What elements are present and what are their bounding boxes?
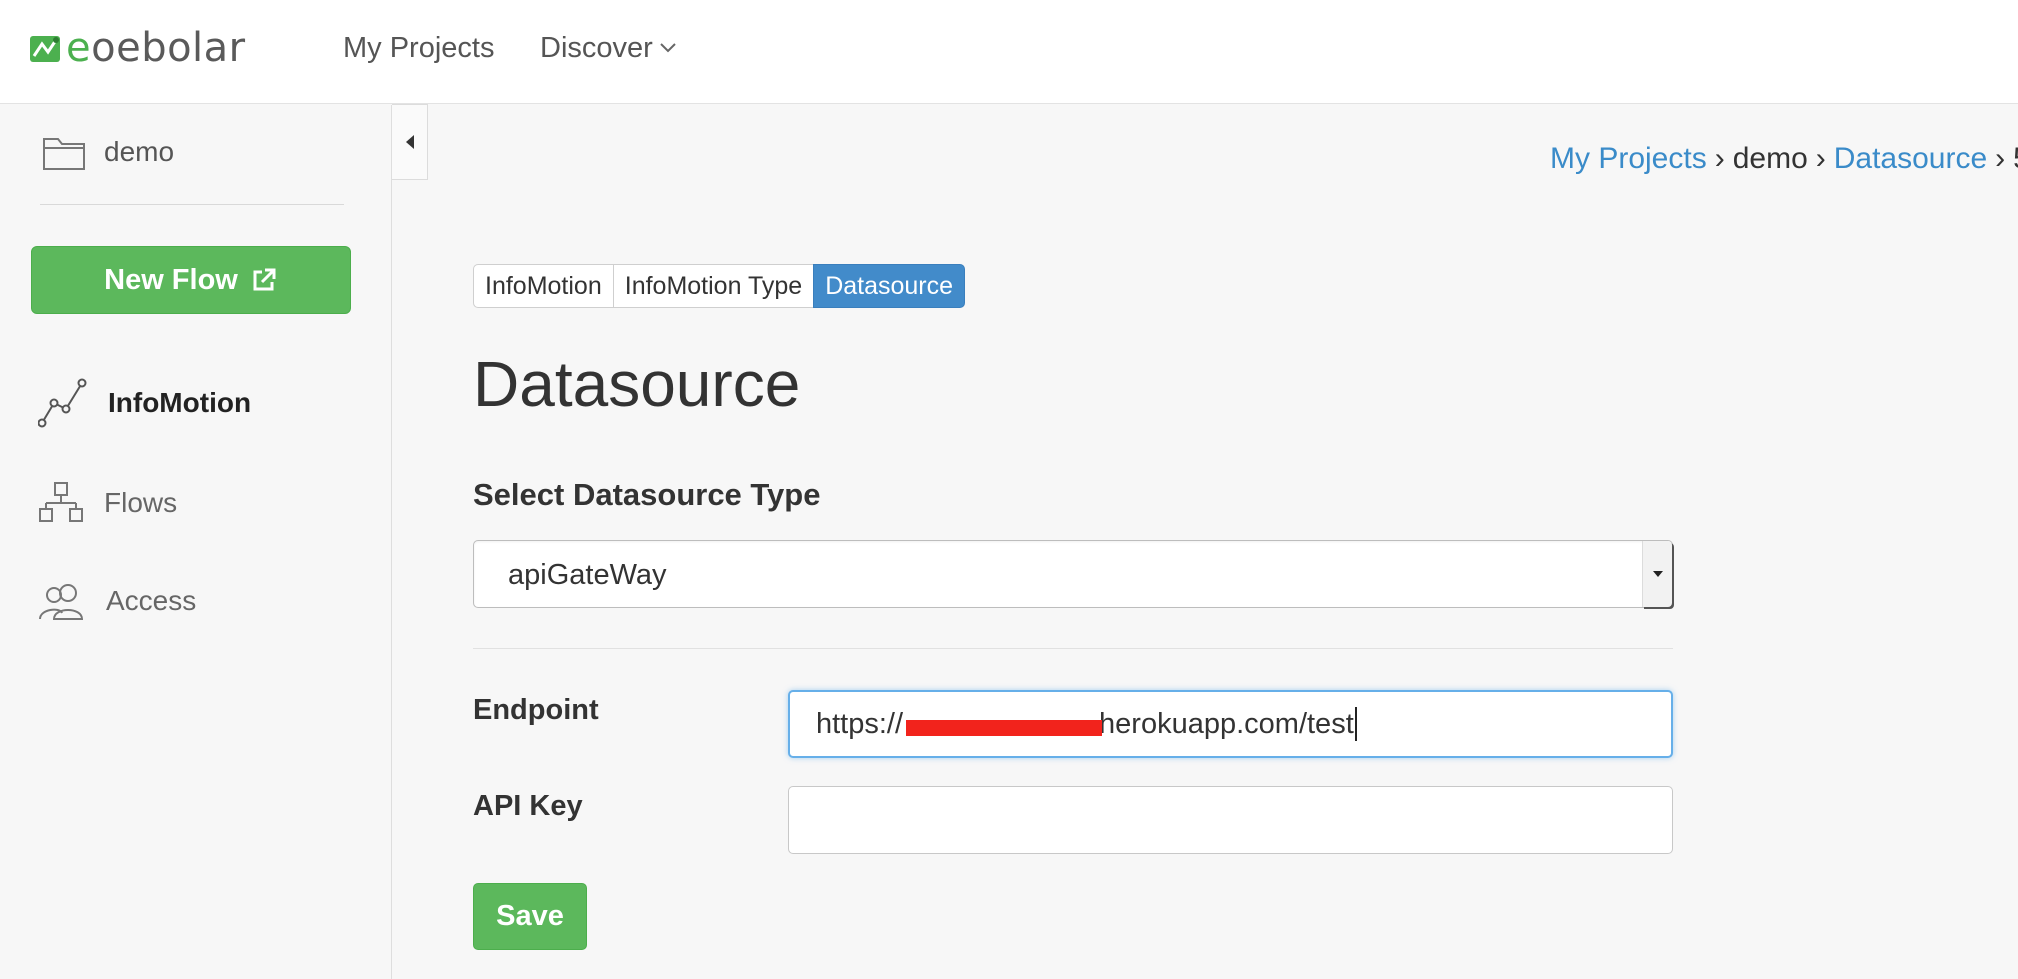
api-key-input[interactable] bbox=[788, 786, 1673, 854]
folder-icon bbox=[43, 138, 85, 170]
datasource-type-label: Select Datasource Type bbox=[473, 477, 821, 512]
nav-discover-label: Discover bbox=[540, 32, 653, 64]
nav-discover[interactable]: Discover bbox=[540, 28, 677, 68]
endpoint-label: Endpoint bbox=[473, 694, 599, 726]
datasource-type-value: apiGateWay bbox=[508, 559, 667, 591]
page-title: Datasource bbox=[473, 348, 801, 420]
access-users-icon bbox=[39, 584, 84, 620]
sidebar-item-label: Flows bbox=[104, 487, 178, 518]
sidebar-divider bbox=[40, 204, 344, 205]
save-button[interactable]: Save bbox=[473, 883, 587, 950]
datasource-type-select[interactable]: apiGateWay bbox=[473, 540, 1673, 608]
project-name: demo bbox=[104, 136, 175, 167]
logo-text-rest: oebolar bbox=[91, 25, 246, 71]
sidebar-item-label: InfoMotion bbox=[108, 387, 252, 418]
sidebar: demo New Flow InfoMotion Flows Access bbox=[0, 105, 392, 979]
infomotion-chart-icon bbox=[38, 378, 87, 428]
text-cursor bbox=[1354, 707, 1357, 741]
tab-infomotion-type[interactable]: InfoMotion Type bbox=[612, 264, 815, 308]
logo-text-accent: e bbox=[66, 25, 92, 71]
breadcrumb-demo: demo bbox=[1732, 142, 1808, 175]
external-link-icon bbox=[253, 268, 276, 291]
flows-hierarchy-icon bbox=[39, 482, 83, 522]
sidebar-item-label: Access bbox=[106, 585, 197, 616]
tab-infomotion[interactable]: InfoMotion bbox=[473, 264, 614, 308]
app-logo[interactable]: eoebolar bbox=[30, 26, 246, 70]
section-tabs: InfoMotion InfoMotion Type Datasource bbox=[473, 264, 966, 308]
breadcrumb-datasource[interactable]: Datasource bbox=[1834, 142, 1987, 175]
endpoint-value-suffix: herokuapp.com/test bbox=[1099, 707, 1354, 740]
caret-left-icon bbox=[405, 135, 414, 149]
new-flow-button[interactable]: New Flow bbox=[31, 246, 351, 314]
tab-datasource[interactable]: Datasource bbox=[813, 264, 966, 308]
chevron-down-icon bbox=[660, 43, 676, 53]
sidebar-collapse-button[interactable] bbox=[392, 104, 428, 180]
breadcrumb-current-id: 58 bbox=[2013, 142, 2018, 175]
redaction-mark bbox=[906, 720, 1102, 736]
sidebar-item-infomotion[interactable]: InfoMotion bbox=[38, 377, 251, 429]
endpoint-value-prefix: https:// bbox=[816, 707, 904, 740]
api-key-label: API Key bbox=[473, 790, 583, 822]
sidebar-item-flows[interactable]: Flows bbox=[38, 481, 177, 525]
nav-my-projects[interactable]: My Projects bbox=[343, 28, 494, 68]
form-divider bbox=[473, 648, 1673, 649]
breadcrumb-separator: › bbox=[1815, 142, 1826, 175]
breadcrumb-separator: › bbox=[1995, 142, 2006, 175]
top-navbar: eoebolar My Projects Discover bbox=[0, 0, 2018, 104]
logo-text: eoebolar bbox=[66, 26, 246, 70]
logo-mark-icon bbox=[30, 36, 60, 62]
new-flow-label: New Flow bbox=[104, 263, 238, 296]
caret-down-icon bbox=[1652, 571, 1663, 577]
breadcrumb: My Projects›demo›Datasource›58 bbox=[1550, 142, 2018, 176]
breadcrumb-my-projects[interactable]: My Projects bbox=[1550, 142, 1707, 175]
sidebar-item-access[interactable]: Access bbox=[38, 581, 196, 621]
project-selector[interactable]: demo bbox=[42, 133, 174, 171]
breadcrumb-separator: › bbox=[1714, 142, 1725, 175]
select-toggle[interactable] bbox=[1642, 541, 1672, 607]
